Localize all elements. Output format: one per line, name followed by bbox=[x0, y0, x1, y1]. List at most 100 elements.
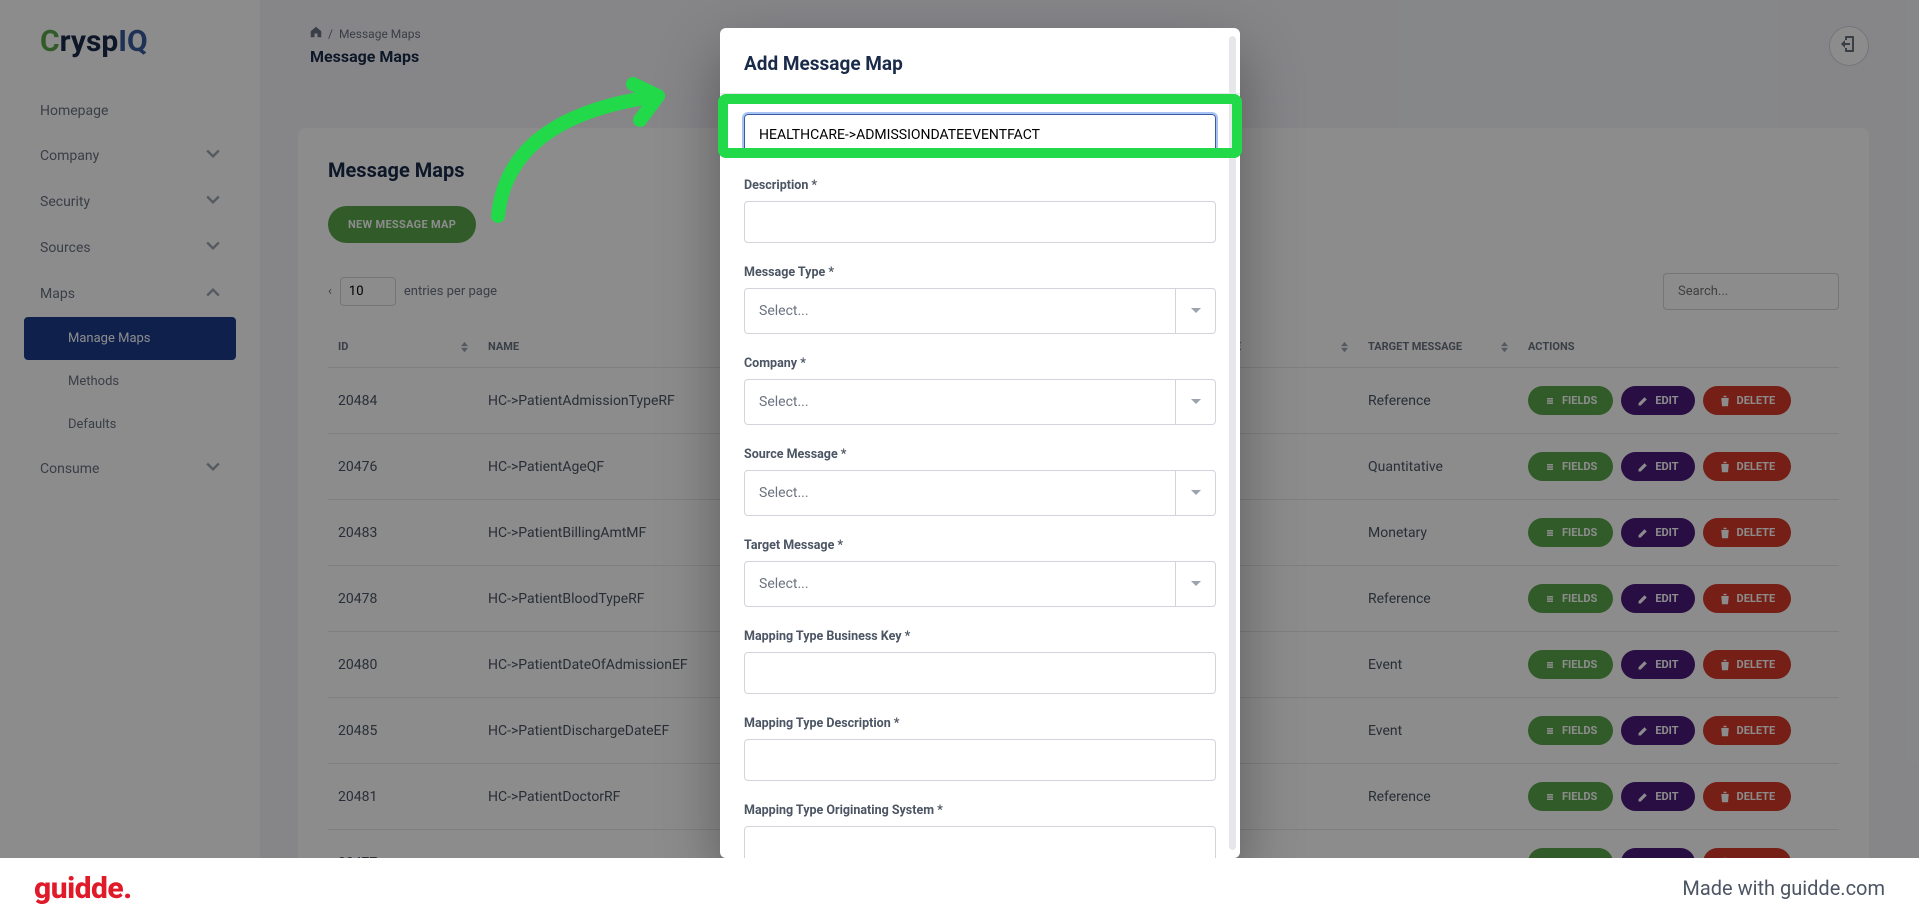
cell-id: 20483 bbox=[328, 500, 478, 566]
entries-arrow-icon[interactable]: ‹ bbox=[328, 284, 332, 299]
fields-button[interactable]: FIELDS bbox=[1528, 386, 1613, 415]
cell-actions: FIELDS EDIT DELETE bbox=[1518, 500, 1839, 566]
nav-sub-methods[interactable]: Methods bbox=[0, 360, 260, 403]
nav-sub-label: Manage Maps bbox=[68, 331, 151, 346]
chevron-down-icon bbox=[1175, 289, 1215, 333]
guidde-logo: guidde. bbox=[34, 871, 132, 906]
nav-label: Homepage bbox=[40, 103, 108, 119]
cell-target: Quantitative bbox=[1358, 434, 1518, 500]
edit-button[interactable]: EDIT bbox=[1621, 386, 1694, 415]
sort-icon bbox=[461, 341, 468, 352]
delete-button[interactable]: DELETE bbox=[1703, 452, 1792, 481]
business-key-label: Mapping Type Business Key * bbox=[744, 629, 1216, 644]
select-placeholder: Select... bbox=[745, 291, 1175, 331]
company-label: Company * bbox=[744, 356, 1216, 371]
select-placeholder: Select... bbox=[745, 382, 1175, 422]
source-message-select[interactable]: Select... bbox=[744, 470, 1216, 516]
chevron-up-icon bbox=[206, 285, 220, 303]
edit-button[interactable]: EDIT bbox=[1621, 452, 1694, 481]
mapping-desc-input[interactable] bbox=[744, 739, 1216, 781]
originating-input[interactable] bbox=[744, 826, 1216, 858]
nav-sources[interactable]: Sources bbox=[0, 225, 260, 271]
chevron-down-icon bbox=[206, 239, 220, 257]
cell-id: 20485 bbox=[328, 698, 478, 764]
company-select[interactable]: Select... bbox=[744, 379, 1216, 425]
edit-button[interactable]: EDIT bbox=[1621, 584, 1694, 613]
chevron-down-icon bbox=[1175, 380, 1215, 424]
cell-target: Reference bbox=[1358, 368, 1518, 434]
delete-button[interactable]: DELETE bbox=[1703, 584, 1792, 613]
logout-icon bbox=[1841, 36, 1857, 56]
nav-label: Maps bbox=[40, 286, 75, 302]
nav-consume[interactable]: Consume bbox=[0, 446, 260, 492]
nav-label: Sources bbox=[40, 240, 91, 256]
fields-button[interactable]: FIELDS bbox=[1528, 782, 1613, 811]
name-input[interactable] bbox=[744, 114, 1216, 156]
nav-security[interactable]: Security bbox=[0, 179, 260, 225]
chevron-down-icon bbox=[206, 147, 220, 165]
nav-label: Company bbox=[40, 148, 99, 164]
fields-button[interactable]: FIELDS bbox=[1528, 518, 1613, 547]
chevron-down-icon bbox=[1175, 471, 1215, 515]
breadcrumb-sep: / bbox=[328, 27, 333, 41]
edit-button[interactable]: EDIT bbox=[1621, 650, 1694, 679]
fields-button[interactable]: FIELDS bbox=[1528, 650, 1613, 679]
sort-icon bbox=[1501, 341, 1508, 352]
edit-button[interactable]: EDIT bbox=[1621, 518, 1694, 547]
cell-id: 20481 bbox=[328, 764, 478, 830]
nav-company[interactable]: Company bbox=[0, 133, 260, 179]
entries-input[interactable] bbox=[340, 277, 396, 306]
fields-button[interactable]: FIELDS bbox=[1528, 716, 1613, 745]
delete-button[interactable]: DELETE bbox=[1703, 386, 1792, 415]
breadcrumb: / Message Maps bbox=[310, 26, 421, 41]
delete-button[interactable]: DELETE bbox=[1703, 518, 1792, 547]
cell-id: 20480 bbox=[328, 632, 478, 698]
delete-button[interactable]: DELETE bbox=[1703, 782, 1792, 811]
chevron-down-icon bbox=[1175, 562, 1215, 606]
delete-button[interactable]: DELETE bbox=[1703, 716, 1792, 745]
chevron-down-icon bbox=[206, 460, 220, 478]
nav-homepage[interactable]: Homepage bbox=[0, 89, 260, 133]
nav-maps[interactable]: Maps bbox=[0, 271, 260, 317]
nav-label: Consume bbox=[40, 461, 99, 477]
chevron-down-icon bbox=[206, 193, 220, 211]
business-key-input[interactable] bbox=[744, 652, 1216, 694]
description-input[interactable] bbox=[744, 201, 1216, 243]
page-title: Message Maps bbox=[310, 47, 421, 66]
delete-button[interactable]: DELETE bbox=[1703, 650, 1792, 679]
col-id[interactable]: ID bbox=[328, 326, 478, 368]
new-message-map-button[interactable]: NEW MESSAGE MAP bbox=[328, 206, 476, 243]
breadcrumb-item[interactable]: Message Maps bbox=[339, 27, 421, 41]
col-target[interactable]: TARGET MESSAGE bbox=[1358, 326, 1518, 368]
cell-target: Event bbox=[1358, 698, 1518, 764]
edit-button[interactable]: EDIT bbox=[1621, 782, 1694, 811]
nav-sub-label: Methods bbox=[68, 374, 119, 389]
modal-title: Add Message Map bbox=[720, 28, 1240, 94]
cell-actions: FIELDS EDIT DELETE bbox=[1518, 764, 1839, 830]
logout-button[interactable] bbox=[1829, 26, 1869, 66]
cell-id: 20484 bbox=[328, 368, 478, 434]
footer-tagline: Made with guidde.com bbox=[1682, 876, 1885, 900]
cell-id: 20478 bbox=[328, 566, 478, 632]
mapping-desc-label: Mapping Type Description * bbox=[744, 716, 1216, 731]
nav-sub-defaults[interactable]: Defaults bbox=[0, 403, 260, 446]
fields-button[interactable]: FIELDS bbox=[1528, 452, 1613, 481]
cell-target: Monetary bbox=[1358, 500, 1518, 566]
cell-actions: FIELDS EDIT DELETE bbox=[1518, 368, 1839, 434]
modal-scrollbar[interactable] bbox=[1229, 36, 1236, 850]
sort-icon bbox=[1341, 341, 1348, 352]
nav-label: Security bbox=[40, 194, 90, 210]
message-type-label: Message Type * bbox=[744, 265, 1216, 280]
edit-button[interactable]: EDIT bbox=[1621, 716, 1694, 745]
cell-actions: FIELDS EDIT DELETE bbox=[1518, 434, 1839, 500]
nav-sub-manage-maps[interactable]: Manage Maps bbox=[24, 317, 236, 360]
cell-target: Reference bbox=[1358, 566, 1518, 632]
fields-button[interactable]: FIELDS bbox=[1528, 584, 1613, 613]
search-input[interactable] bbox=[1663, 273, 1839, 310]
footer: guidde. Made with guidde.com bbox=[0, 858, 1919, 918]
home-icon[interactable] bbox=[310, 26, 322, 41]
cell-actions: FIELDS EDIT DELETE bbox=[1518, 632, 1839, 698]
message-type-select[interactable]: Select... bbox=[744, 288, 1216, 334]
cell-target: Event bbox=[1358, 632, 1518, 698]
target-message-select[interactable]: Select... bbox=[744, 561, 1216, 607]
